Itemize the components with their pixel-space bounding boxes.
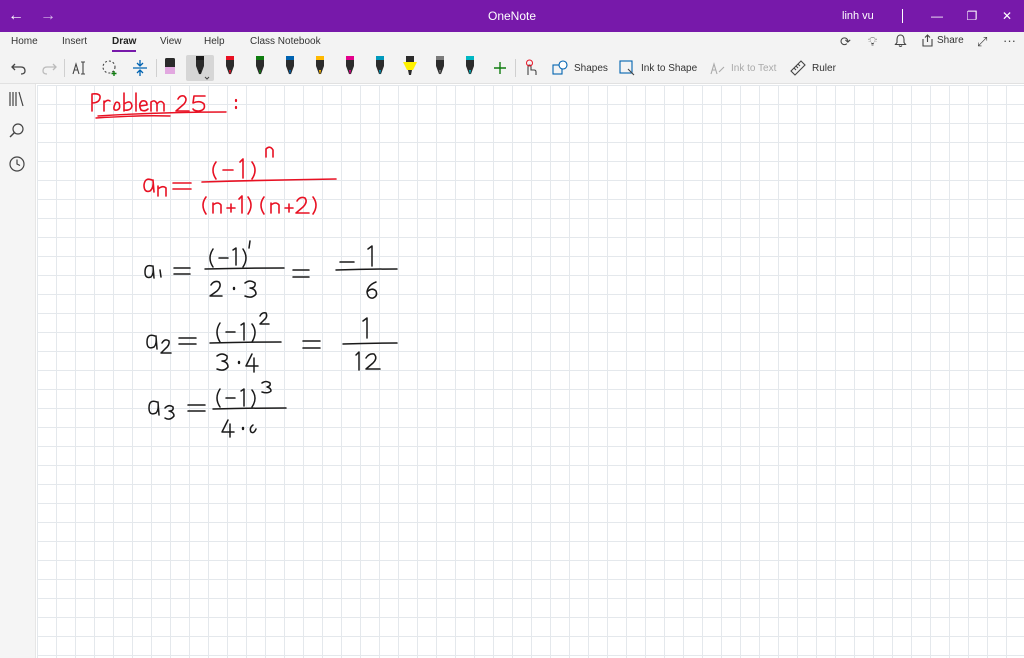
toolbar-separator [515,59,516,77]
ink-to-shape-label: Ink to Shape [641,62,698,74]
close-icon: ✕ [1001,9,1013,23]
note-canvas[interactable] [37,85,1024,658]
shapes-label: Shapes [574,62,608,74]
lasso-icon [102,60,117,76]
undo-button[interactable] [10,56,28,80]
ink-formula-a3 [148,380,287,438]
notebooks-icon[interactable] [8,90,28,110]
share-label: Share [937,35,964,46]
redo-icon [42,63,57,75]
restore-icon: ❐ [966,9,978,23]
ink-to-text-button[interactable]: Ink to Text [709,56,776,80]
ink-formula-an [143,146,337,215]
plus-icon [494,62,506,74]
pen-tool-6[interactable] [340,55,360,81]
share-icon [922,34,933,47]
ink-formula-a2 [146,312,398,373]
eraser-tool-0[interactable] [160,55,180,81]
ruler-button[interactable]: Ruler [790,56,836,80]
redo-button[interactable] [40,56,58,80]
tab-view[interactable]: View [160,36,182,47]
tab-help[interactable]: Help [204,36,225,47]
pen-tool-9[interactable] [430,55,450,81]
add-pen-button[interactable] [490,56,510,80]
pen-tool-2[interactable] [220,55,240,81]
pen-tool-7[interactable] [370,55,390,81]
search-icon[interactable] [8,122,28,142]
pen-tool-1[interactable] [186,55,214,81]
handwriting-ink [91,92,398,438]
user-name[interactable]: linh vu [842,10,874,22]
ink-to-shape-button[interactable]: Ink to Shape [619,56,697,80]
toolbar-separator [64,59,65,77]
ruler-icon [790,60,806,76]
recent-icon[interactable] [8,155,28,175]
shapes-icon [552,60,568,75]
navigation-rail [0,84,36,658]
pen-tool-10[interactable] [460,55,480,81]
pen-icon [346,56,354,75]
pen-icon [226,56,234,75]
ruler-label: Ruler [812,62,836,74]
shapes-button[interactable]: Shapes [552,56,608,80]
touch-draw-button[interactable] [520,56,540,80]
ribbon-tabs: Home Insert Draw View Help Class Noteboo… [0,32,1024,52]
more-icon[interactable]: ··· [1003,33,1016,48]
ink-to-shape-icon [619,60,635,76]
undo-icon [11,63,26,75]
close-button[interactable]: ✕ [990,0,1024,32]
highlighter-icon [403,56,417,75]
pen-icon [286,56,294,75]
draw-toolbar: Shapes Ink to Shape Ink to Text Ruler [0,52,1024,84]
bell-icon[interactable] [894,34,907,51]
lasso-select-button[interactable] [100,56,120,80]
ink-to-text-icon [710,62,725,75]
tab-class-notebook[interactable]: Class Notebook [250,36,321,47]
toolbar-separator [156,59,157,77]
restore-button[interactable]: ❐ [955,0,989,32]
ink-to-text-label: Ink to Text [731,62,777,74]
lightbulb-icon[interactable]: 💡︎ [868,34,877,50]
tab-insert[interactable]: Insert [62,36,87,47]
text-cursor-icon [72,61,85,75]
pen-icon [256,56,264,75]
pen-tool-3[interactable] [250,55,270,81]
pen-tool-5[interactable] [310,55,330,81]
highlighter-tool-8[interactable] [400,55,420,81]
pen-icon [466,56,474,75]
sync-icon[interactable]: ⟳ [840,34,851,50]
minimize-button[interactable]: — [920,0,954,32]
pen-icon [436,56,444,75]
type-button[interactable] [70,56,90,80]
expand-icon[interactable]: ⤢ [977,34,987,50]
minimize-icon: — [931,9,943,23]
pen-tool-4[interactable] [280,55,300,81]
insert-space-icon [133,60,147,76]
pen-icon [316,56,324,75]
pen-icon [196,56,210,80]
touch-draw-icon [526,59,537,75]
ink-formula-a1 [144,240,398,299]
add-space-button[interactable] [130,56,150,80]
ink-heading-problem-25 [91,92,238,119]
tab-draw[interactable]: Draw [112,36,137,52]
title-separator [902,9,903,23]
pen-icon [376,56,384,75]
eraser-icon [165,58,175,74]
share-button[interactable]: Share [921,34,964,47]
tab-home[interactable]: Home [11,36,38,47]
title-bar: ← → OneNote linh vu — ❐ ✕ [0,0,1024,32]
